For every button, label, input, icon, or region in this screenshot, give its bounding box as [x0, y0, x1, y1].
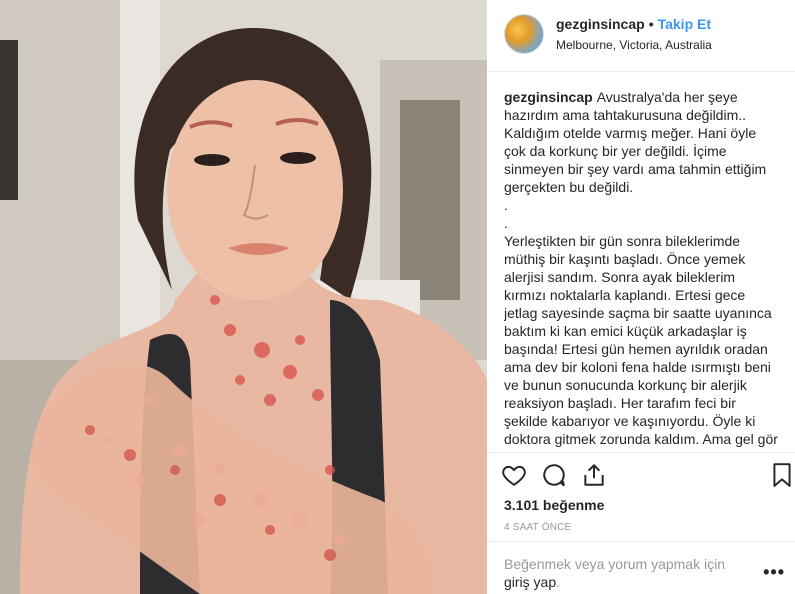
login-link[interactable]: giriş yap: [504, 574, 556, 590]
username-row: gezginsincap • Takip Et: [556, 16, 711, 32]
avatar[interactable]: [504, 14, 544, 54]
more-options-icon[interactable]: •••: [763, 562, 785, 583]
likes-count[interactable]: 3.101 beğenme: [504, 497, 604, 513]
follow-button[interactable]: Takip Et: [658, 16, 711, 32]
caption-text: Avustralya'da her şeye hazırdım ama taht…: [504, 89, 778, 452]
separator-dot: •: [648, 16, 654, 32]
post-side-panel: gezginsincap • Takip Et Melbourne, Victori…: [487, 0, 795, 594]
heart-icon[interactable]: [501, 462, 527, 488]
location-link[interactable]: Melbourne, Victoria, Australia: [556, 38, 712, 52]
post-photo-illustration: [0, 0, 487, 594]
caption-username[interactable]: gezginsincap: [504, 89, 593, 105]
post-caption: gezginsincap Avustralya'da her şeye hazır…: [504, 88, 779, 452]
share-icon[interactable]: [581, 462, 607, 488]
login-footer: Beğenmek veya yorum yapmak için giriş ya…: [487, 541, 795, 594]
bookmark-icon[interactable]: [769, 462, 795, 488]
login-prefix: Beğenmek veya yorum yapmak için: [504, 556, 725, 572]
header-username[interactable]: gezginsincap: [556, 16, 645, 32]
login-prompt: Beğenmek veya yorum yapmak için giriş ya…: [504, 555, 754, 591]
comment-icon[interactable]: [541, 462, 567, 488]
post-actions: [487, 452, 795, 496]
post-photo[interactable]: [0, 0, 487, 594]
login-suffix: .: [556, 574, 561, 590]
post-header: gezginsincap • Takip Et Melbourne, Victori…: [487, 0, 795, 72]
post-timestamp[interactable]: 4 SAAT ÖNCE: [504, 522, 571, 533]
